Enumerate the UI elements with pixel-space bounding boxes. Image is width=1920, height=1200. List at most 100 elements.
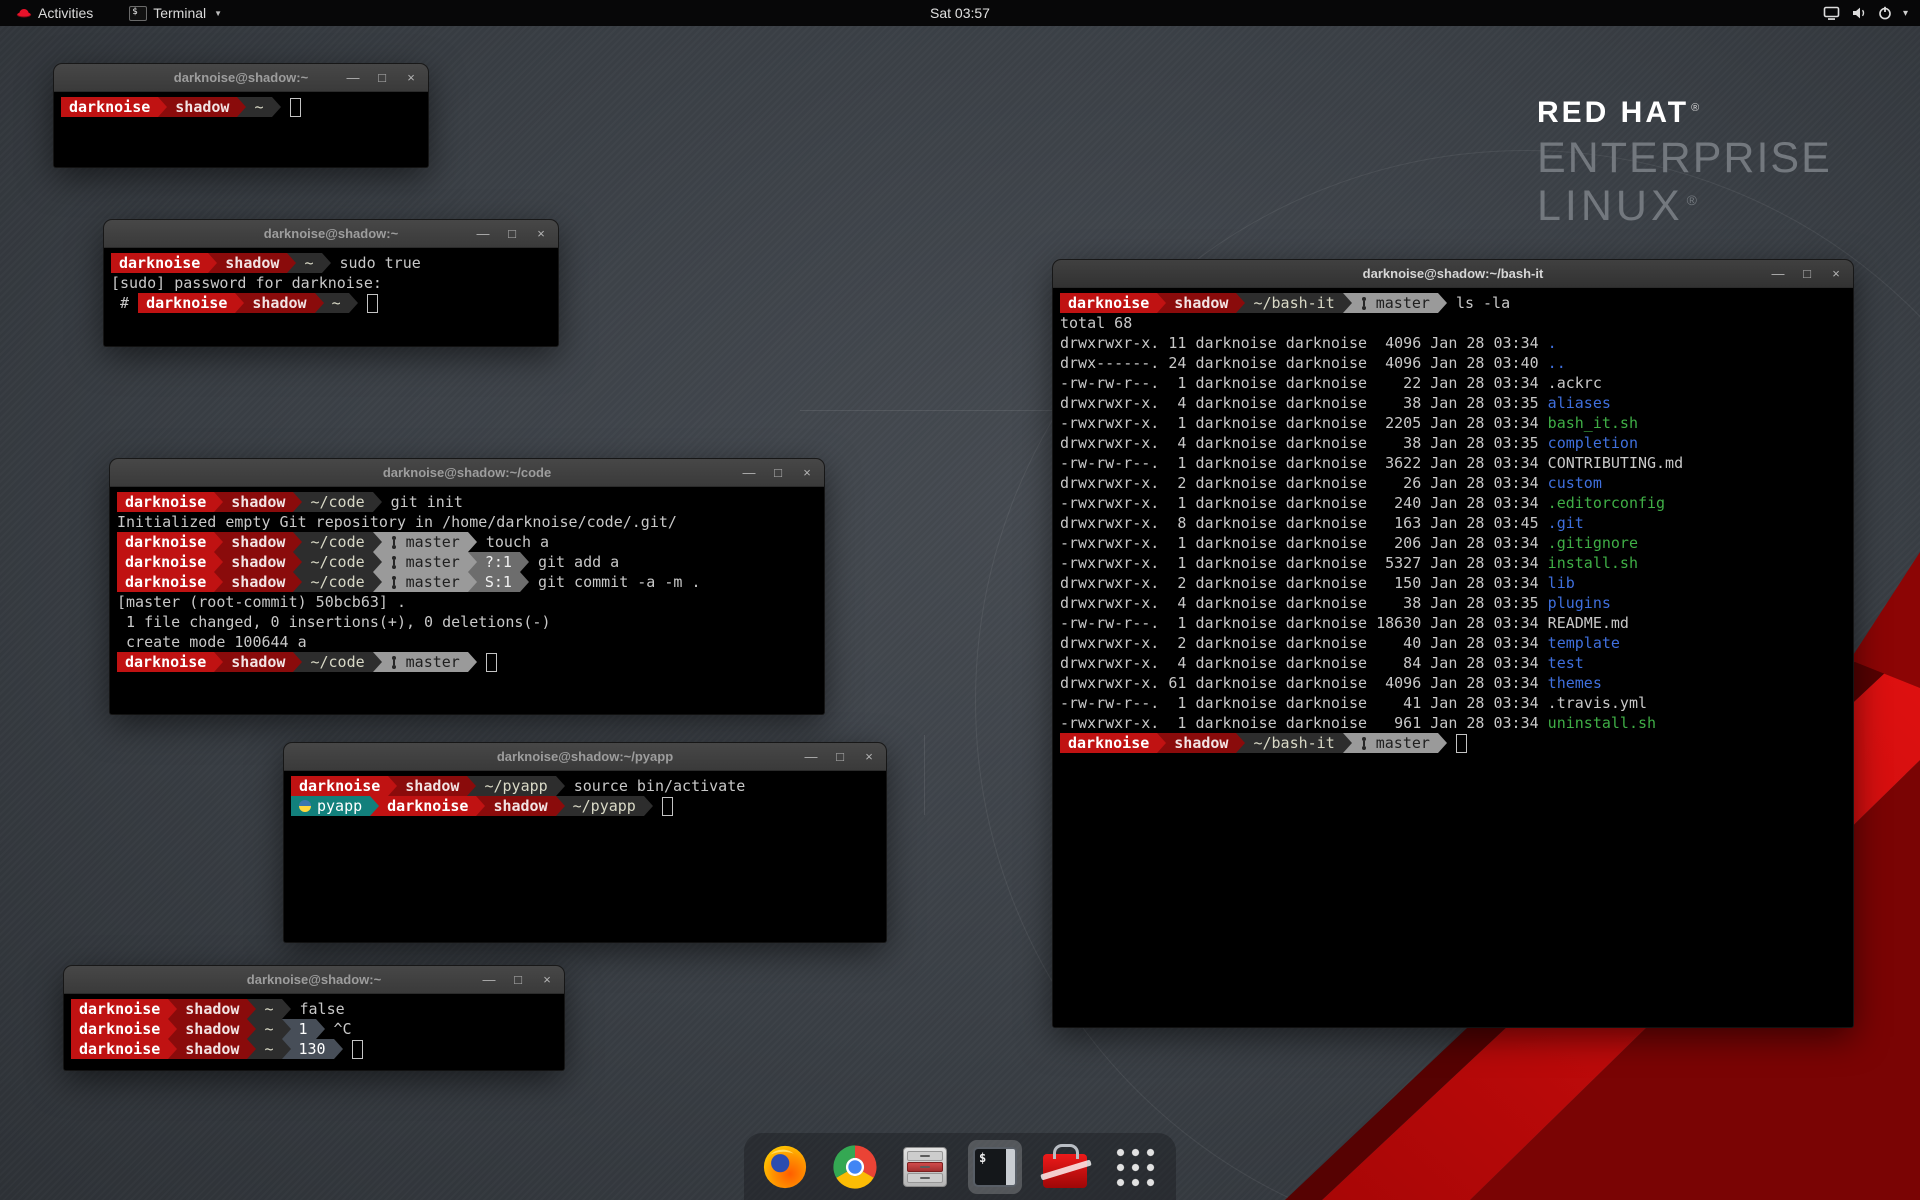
minimize-button[interactable]: — bbox=[741, 465, 757, 481]
terminal-line: darknoiseshadow~/pyappsource bin/activat… bbox=[291, 776, 879, 796]
dock-item-toolbox[interactable] bbox=[1038, 1140, 1092, 1194]
dock-item-terminal[interactable] bbox=[968, 1140, 1022, 1194]
terminal-line: drwx------. 24 darknoise darknoise 4096 … bbox=[1060, 353, 1846, 373]
git-branch-icon bbox=[1360, 737, 1370, 750]
output-text: test bbox=[1548, 654, 1584, 672]
output-text: -rwxrwxr-x. 1 darknoise darknoise 206 Ja… bbox=[1060, 534, 1548, 552]
app-menu-terminal[interactable]: Terminal ▼ bbox=[121, 0, 230, 26]
powerline-separator bbox=[272, 97, 281, 117]
prompt-segment-user: darknoise bbox=[1060, 293, 1157, 313]
terminal-line: darknoiseshadow~ bbox=[61, 97, 421, 117]
terminal-content[interactable]: darknoiseshadow~/pyappsource bin/activat… bbox=[284, 771, 886, 942]
prompt-segment-gitstat: ?:1 bbox=[477, 552, 520, 572]
terminal-cursor bbox=[486, 653, 497, 672]
maximize-button[interactable]: □ bbox=[510, 972, 526, 988]
close-button[interactable]: × bbox=[539, 972, 555, 988]
powerline-separator bbox=[208, 253, 217, 273]
powerline-separator bbox=[168, 1039, 177, 1059]
terminal-line: -rw-rw-r--. 1 darknoise darknoise 22 Jan… bbox=[1060, 373, 1846, 393]
prompt-segment-host: shadow bbox=[177, 1019, 247, 1039]
system-status-area[interactable]: ▾ bbox=[1823, 0, 1920, 26]
prompt-segment-path: ~ bbox=[246, 97, 271, 117]
prompt-segment-path: ~ bbox=[296, 253, 321, 273]
output-text: create mode 100644 a bbox=[117, 633, 307, 651]
powerline-separator bbox=[293, 552, 302, 572]
powerline-separator bbox=[373, 552, 382, 572]
maximize-button[interactable]: □ bbox=[1799, 266, 1815, 282]
prompt-segment-path: ~ bbox=[256, 1019, 281, 1039]
prompt-segment-venv: pyapp bbox=[291, 796, 370, 816]
powerline-separator bbox=[316, 1019, 325, 1039]
window-titlebar[interactable]: darknoise@shadow:~ — □ × bbox=[54, 64, 428, 92]
window-controls: — □ × bbox=[345, 64, 419, 91]
powerline-separator bbox=[1343, 293, 1352, 313]
clock[interactable]: Sat 03:57 bbox=[920, 0, 1000, 26]
terminal-content[interactable]: darknoiseshadow~sudo true[sudo] password… bbox=[104, 248, 558, 346]
activities-button[interactable]: Activities bbox=[8, 0, 101, 26]
prompt-segment-git: master bbox=[382, 572, 468, 592]
powerline-separator bbox=[1438, 293, 1447, 313]
minimize-button[interactable]: — bbox=[345, 70, 361, 86]
close-button[interactable]: × bbox=[533, 226, 549, 242]
powerline-separator bbox=[520, 572, 529, 592]
terminal-content[interactable]: darknoiseshadow~falsedarknoiseshadow~1^C… bbox=[64, 994, 564, 1070]
prompt-segment-path: ~/pyapp bbox=[565, 796, 644, 816]
output-text: -rw-rw-r--. 1 darknoise darknoise 18630 … bbox=[1060, 614, 1629, 632]
window-titlebar[interactable]: darknoise@shadow:~/pyapp — □ × bbox=[284, 743, 886, 771]
git-branch-icon bbox=[390, 556, 400, 569]
window-titlebar[interactable]: darknoise@shadow:~/bash-it — □ × bbox=[1053, 260, 1853, 288]
terminal-content[interactable]: darknoiseshadow~ bbox=[54, 92, 428, 167]
powerline-separator bbox=[293, 652, 302, 672]
firefox-icon bbox=[762, 1144, 808, 1190]
terminal-line: drwxrwxr-x. 11 darknoise darknoise 4096 … bbox=[1060, 333, 1846, 353]
maximize-button[interactable]: □ bbox=[374, 70, 390, 86]
terminal-line: -rwxrwxr-x. 1 darknoise darknoise 206 Ja… bbox=[1060, 533, 1846, 553]
window-titlebar[interactable]: darknoise@shadow:~ — □ × bbox=[104, 220, 558, 248]
close-button[interactable]: × bbox=[1828, 266, 1844, 282]
terminal-line: -rwxrwxr-x. 1 darknoise darknoise 5327 J… bbox=[1060, 553, 1846, 573]
dock-item-show-applications[interactable] bbox=[1108, 1140, 1162, 1194]
powerline-separator bbox=[282, 999, 291, 1019]
prompt-segment-git: master bbox=[382, 552, 468, 572]
powerline-separator bbox=[373, 532, 382, 552]
close-button[interactable]: × bbox=[799, 465, 815, 481]
powerline-separator bbox=[388, 776, 397, 796]
rhel-logo-redhat: RED HAT® bbox=[1537, 98, 1832, 128]
powerline-separator bbox=[235, 293, 244, 313]
maximize-button[interactable]: □ bbox=[770, 465, 786, 481]
powerline-separator bbox=[1236, 293, 1245, 313]
terminal-line: total 68 bbox=[1060, 313, 1846, 333]
minimize-button[interactable]: — bbox=[1770, 266, 1786, 282]
dock-item-files[interactable] bbox=[898, 1140, 952, 1194]
output-text: lib bbox=[1548, 574, 1575, 592]
close-button[interactable]: × bbox=[403, 70, 419, 86]
minimize-button[interactable]: — bbox=[803, 749, 819, 765]
dock-item-chrome[interactable] bbox=[828, 1140, 882, 1194]
terminal-window-bashit: darknoise@shadow:~/bash-it — □ × darknoi… bbox=[1053, 260, 1853, 1027]
terminal-line: -rwxrwxr-x. 1 darknoise darknoise 961 Ja… bbox=[1060, 713, 1846, 733]
prompt-segment-path: ~/pyapp bbox=[476, 776, 555, 796]
terminal-content[interactable]: darknoiseshadow~/bash-itmasterls -latota… bbox=[1053, 288, 1853, 1027]
powerline-separator bbox=[293, 492, 302, 512]
maximize-button[interactable]: □ bbox=[504, 226, 520, 242]
dock-item-firefox[interactable] bbox=[758, 1140, 812, 1194]
registered-mark: ® bbox=[1687, 192, 1701, 208]
maximize-button[interactable]: □ bbox=[832, 749, 848, 765]
terminal-line: drwxrwxr-x. 2 darknoise darknoise 40 Jan… bbox=[1060, 633, 1846, 653]
output-text: drwxrwxr-x. 4 darknoise darknoise 38 Jan… bbox=[1060, 394, 1548, 412]
command-text: false bbox=[300, 1000, 345, 1018]
close-button[interactable]: × bbox=[861, 749, 877, 765]
minimize-button[interactable]: — bbox=[475, 226, 491, 242]
window-titlebar[interactable]: darknoise@shadow:~ — □ × bbox=[64, 966, 564, 994]
terminal-line: darknoiseshadow~/codemasterS:1git commit… bbox=[117, 572, 817, 592]
powerline-separator bbox=[247, 1039, 256, 1059]
terminal-content[interactable]: darknoiseshadow~/codegit initInitialized… bbox=[110, 487, 824, 714]
prompt-segment-host: shadow bbox=[223, 572, 293, 592]
terminal-line: darknoiseshadow~false bbox=[71, 999, 557, 1019]
window-titlebar[interactable]: darknoise@shadow:~/code — □ × bbox=[110, 459, 824, 487]
output-text: aliases bbox=[1548, 394, 1611, 412]
powerline-separator bbox=[556, 776, 565, 796]
prompt-segment-host: shadow bbox=[177, 1039, 247, 1059]
minimize-button[interactable]: — bbox=[481, 972, 497, 988]
prompt-segment-host: shadow bbox=[1166, 733, 1236, 753]
